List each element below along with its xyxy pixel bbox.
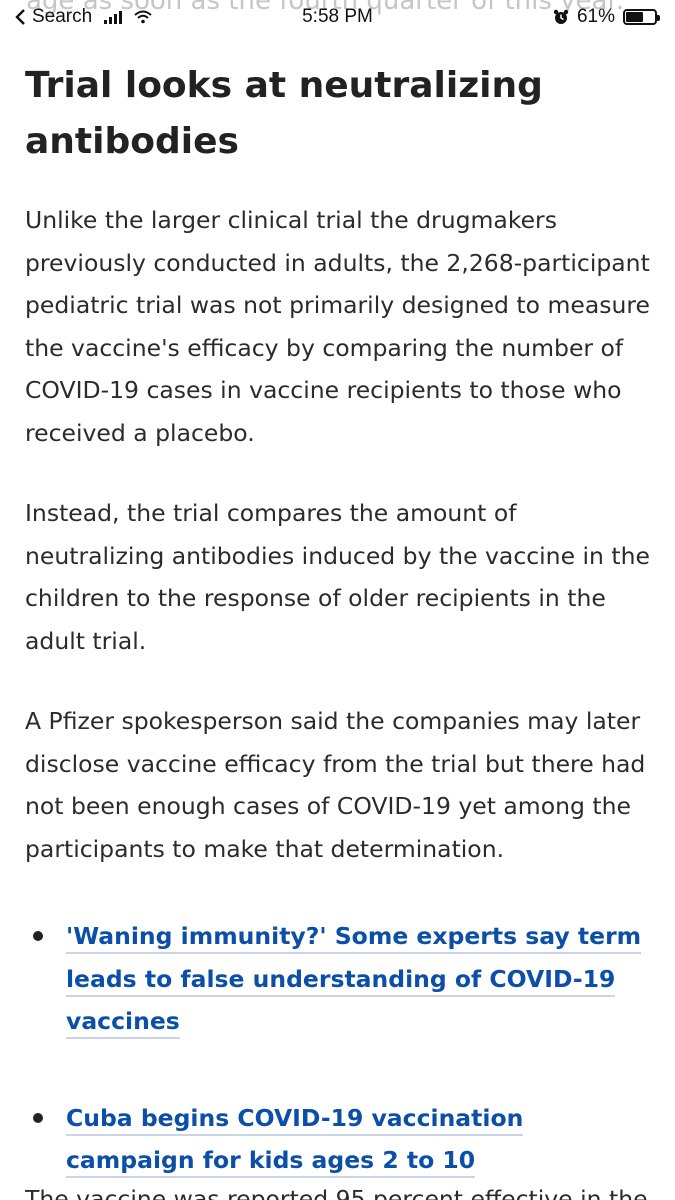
- article-paragraph: Unlike the larger clinical trial the dru…: [25, 206, 650, 447]
- section-heading: Trial looks at neutralizing antibodies: [25, 65, 543, 162]
- back-to-search-button[interactable]: Search: [14, 6, 152, 28]
- battery-fill: [626, 12, 644, 22]
- related-link-cuba-vaccination[interactable]: Cuba begins COVID-19 vaccination campaig…: [66, 1103, 524, 1178]
- article-paragraph: Instead, the trial compares the amount o…: [25, 499, 650, 655]
- signal-icon: [104, 10, 123, 24]
- bullet-icon: [33, 1112, 43, 1123]
- status-bar: Search 5:58 PM 61%: [0, 0, 675, 40]
- article-body: Trial looks at neutralizing antibodies U…: [25, 58, 655, 1200]
- battery-icon: [623, 9, 660, 25]
- related-links-list: 'Waning immunity?' Some experts say term…: [25, 915, 655, 1182]
- battery-percent: 61%: [576, 6, 615, 27]
- back-arrow-icon: [14, 9, 26, 25]
- back-label: Search: [32, 6, 93, 27]
- status-time: 5:58 PM: [302, 6, 373, 27]
- status-right-group: 61%: [553, 6, 660, 28]
- alarm-icon: [553, 9, 569, 24]
- related-link-item: 'Waning immunity?' Some experts say term…: [25, 915, 655, 1043]
- wifi-icon: [134, 10, 152, 24]
- article-paragraph-cutoff: The vaccine was reported 95 percent effe…: [25, 1185, 648, 1200]
- bullet-icon: [33, 931, 43, 941]
- article-paragraph: A Pfizer spokesperson said the companies…: [25, 707, 646, 863]
- related-link-waning-immunity[interactable]: 'Waning immunity?' Some experts say term…: [66, 922, 642, 1039]
- related-link-item: Cuba begins COVID-19 vaccination campaig…: [25, 1097, 655, 1182]
